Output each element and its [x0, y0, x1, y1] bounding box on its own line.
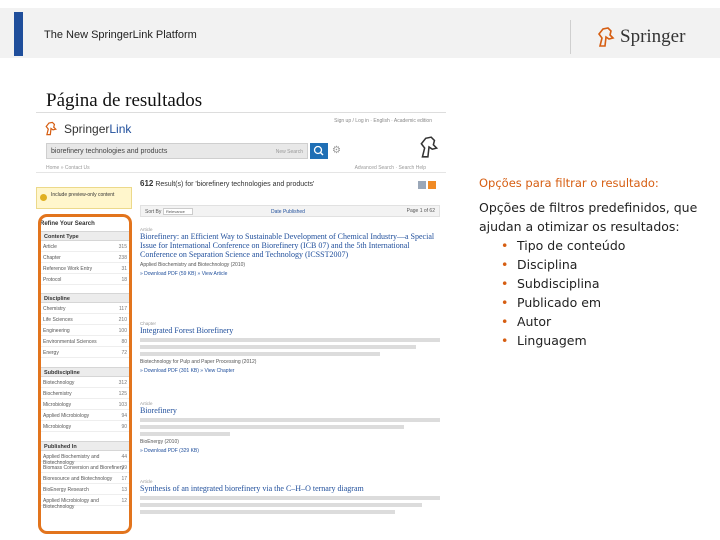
springer-horse-emblem-icon: [420, 136, 439, 158]
result-source[interactable]: Biotechnology for Pulp and Paper Process…: [140, 359, 440, 365]
result-download-links[interactable]: » Download PDF (59 KB) » View Article: [140, 271, 440, 277]
header-title: The New SpringerLink Platform: [44, 29, 197, 41]
result-snippet: [140, 345, 416, 349]
springer-wordmark: Springer: [620, 26, 686, 47]
info-icon: [40, 194, 47, 201]
search-icon: [313, 145, 324, 156]
result-title[interactable]: Integrated Forest Biorefinery: [140, 326, 440, 335]
annotation-bullet-list: Tipo de conteúdo Disciplina Subdisciplin…: [501, 236, 711, 350]
logo-part-springer: Springer: [64, 121, 110, 136]
results-query-text: Result(s) for 'biorefinery technologies …: [155, 181, 315, 188]
result-snippet: [140, 352, 380, 356]
breadcrumb[interactable]: Home » Contact Us: [46, 165, 90, 171]
sort-select[interactable]: Relevance: [163, 208, 193, 215]
pagination[interactable]: Page 1 of 62: [407, 208, 435, 214]
result-snippet: [140, 510, 395, 514]
result-item: Chapter Integrated Forest Biorefinery Bi…: [140, 321, 440, 374]
springerlink-logo[interactable]: SpringerLink: [44, 121, 131, 136]
annotation-bullet: Subdisciplina: [501, 274, 711, 293]
annotation-heading: Opções para filtrar o resultado:: [479, 176, 659, 190]
result-snippet: [140, 503, 422, 507]
filter-highlight-frame: [38, 214, 132, 534]
annotation-bullet: Tipo de conteúdo: [501, 236, 711, 255]
result-item: Article Synthesis of an integrated biore…: [140, 479, 440, 514]
annotation-bullet: Autor: [501, 312, 711, 331]
advanced-search-links[interactable]: Advanced Search · Search Help: [355, 165, 426, 171]
springerlink-screenshot: SpringerLink Sign up / Log in · English …: [36, 112, 446, 540]
result-source[interactable]: Applied Biochemistry and Biotechnology (…: [140, 262, 440, 268]
header-divider: [570, 20, 571, 54]
share-icon[interactable]: [418, 181, 426, 189]
search-button[interactable]: [310, 143, 328, 159]
annotation-body: Opções de filtros predefinidos, que ajud…: [479, 200, 698, 234]
result-title[interactable]: Synthesis of an integrated biorefinery v…: [140, 484, 440, 493]
new-search-link[interactable]: New Search: [276, 149, 303, 155]
filter-annotation: Opções para filtrar o resultado: Opções …: [479, 176, 711, 350]
rss-icon[interactable]: [428, 181, 436, 189]
annotation-bullet: Publicado em: [501, 293, 711, 312]
logo-part-link: Link: [109, 121, 132, 136]
springerlink-topbar: SpringerLink Sign up / Log in · English …: [36, 113, 446, 173]
result-title[interactable]: Biorefinery: an Efficient Way to Sustain…: [140, 232, 440, 259]
results-list: 612 Result(s) for 'biorefinery technolog…: [140, 179, 440, 540]
result-source[interactable]: BioEnergy (2010): [140, 439, 440, 445]
header-band: The New SpringerLink Platform Springer: [0, 8, 720, 58]
slide: The New SpringerLink Platform Springer P…: [0, 0, 720, 540]
result-item: Article Biorefinery: an Efficient Way to…: [140, 227, 440, 277]
results-count: 612: [140, 179, 154, 188]
search-input[interactable]: biorefinery technologies and products Ne…: [46, 143, 308, 159]
gear-icon[interactable]: ⚙: [332, 145, 341, 156]
date-published-filter[interactable]: Date Published: [271, 209, 305, 215]
sort-label: Sort By: [145, 209, 162, 215]
page-heading: Página de resultados: [46, 90, 203, 111]
top-links[interactable]: Sign up / Log in · English · Academic ed…: [334, 118, 432, 124]
result-download-links[interactable]: » Download PDF (329 KB): [140, 448, 440, 454]
springer-horse-icon: [597, 27, 615, 47]
result-snippet: [140, 496, 440, 500]
result-title[interactable]: Biorefinery: [140, 406, 440, 415]
result-snippet: [140, 425, 404, 429]
annotation-bullet: Linguagem: [501, 331, 711, 350]
include-preview-banner[interactable]: Include preview-only content: [36, 187, 132, 209]
springerlink-wordmark: SpringerLink: [61, 122, 131, 136]
result-snippet: [140, 432, 230, 436]
header-accent-bar: [14, 12, 23, 56]
springerlink-horse-icon: [45, 121, 57, 136]
sort-bar: Sort By Relevance Date Published Page 1 …: [140, 205, 440, 217]
result-snippet: [140, 418, 440, 422]
annotation-bullet: Disciplina: [501, 255, 711, 274]
result-item: Article Biorefinery BioEnergy (2010) » D…: [140, 401, 440, 454]
include-preview-label: Include preview-only content: [51, 192, 115, 198]
result-snippet: [140, 338, 440, 342]
result-download-links[interactable]: » Download PDF (301 KB) » View Chapter: [140, 368, 440, 374]
springer-logo: Springer: [596, 26, 685, 48]
search-query: biorefinery technologies and products: [51, 148, 168, 155]
results-count-line: 612 Result(s) for 'biorefinery technolog…: [140, 179, 440, 188]
